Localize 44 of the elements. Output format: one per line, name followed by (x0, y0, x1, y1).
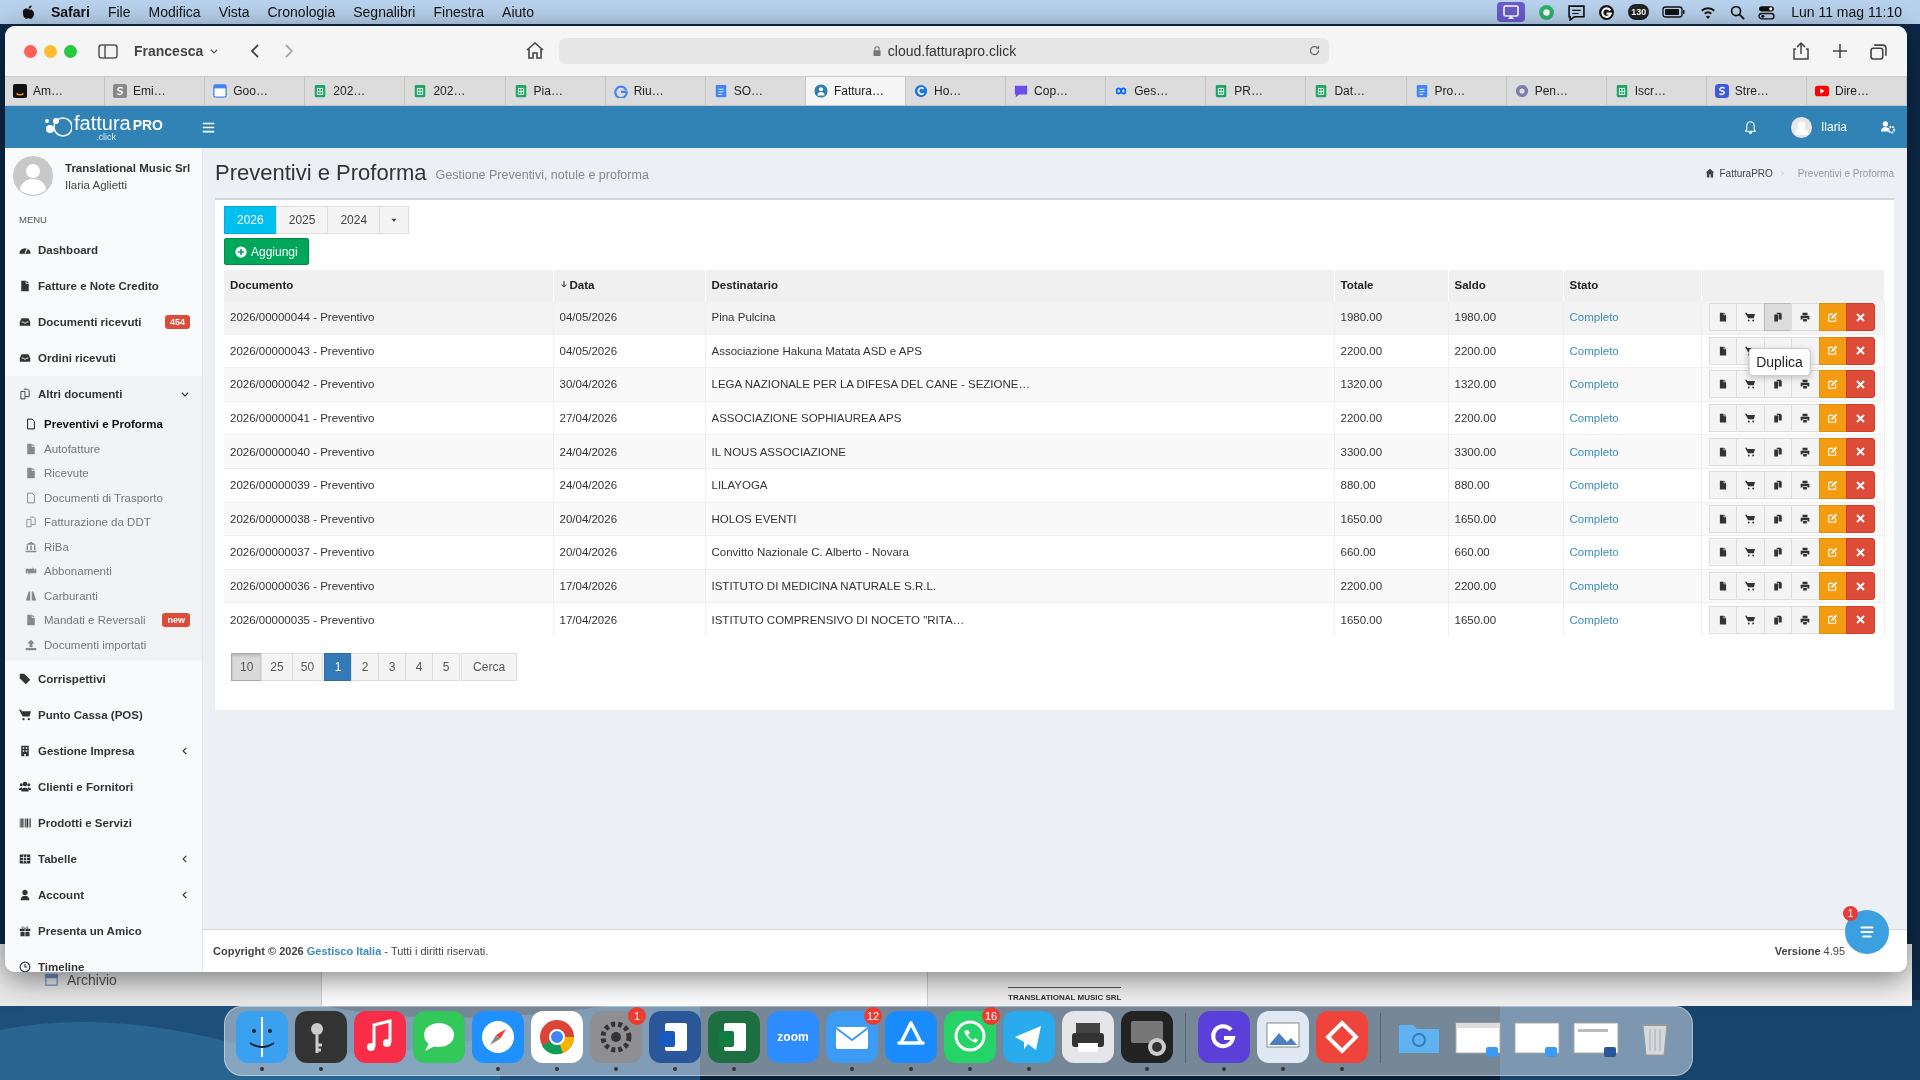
copyright-text: Copyright © 2026 Gestisco Italia - Tutti i diritti riservati. (213, 945, 489, 957)
table-cell: 2026/00000042 - Preventivo (224, 367, 553, 402)
table-cell: 1320.00 (1448, 367, 1563, 402)
table-cell: IL NOUS ASSOCIAZIONE (705, 434, 1334, 469)
table-cell: 2026/00000036 - Preventivo (224, 569, 553, 603)
table-cell: HOLOS EVENTI (705, 502, 1334, 536)
version-text: Versione 4.95 (1774, 945, 1845, 957)
page-title: Preventivi e Proforma (215, 160, 427, 186)
tooltip: Duplica (1748, 348, 1811, 376)
table-cell: 24/04/2026 (553, 434, 705, 469)
table-cell: 17/04/2026 (553, 602, 705, 637)
table-cell: 2200.00 (1334, 569, 1448, 603)
table-cell: 3300.00 (1334, 434, 1448, 469)
table-cell: LEGA NAZIONALE PER LA DIFESA DEL CANE - SEZIONE… (705, 367, 1334, 402)
table-cell: 1650.00 (1334, 602, 1448, 637)
table-cell: 2026/00000038 - Preventivo (224, 502, 553, 536)
new-badge: new (162, 613, 190, 628)
url-text: cloud.fatturapro.click (887, 43, 1017, 59)
page-subtitle: Gestione Preventivi, notule e proforma (435, 168, 649, 182)
table-cell: 1980.00 (1448, 300, 1563, 335)
table-cell: ISTITUTO COMPRENSIVO DI NOCETO "RITA… (705, 602, 1334, 637)
table-cell: 3300.00 (1448, 434, 1563, 469)
app-logo: zoom (767, 1011, 819, 1063)
table-cell: 1650.00 (1448, 602, 1563, 637)
table-cell: ISTITUTO DI MEDICINA NATURALE S.R.L. (705, 569, 1334, 603)
table-cell: 20/04/2026 (553, 502, 705, 536)
table-cell: 2026/00000035 - Preventivo (224, 602, 553, 637)
table-cell: 2200.00 (1448, 569, 1563, 603)
table-cell: 30/04/2026 (553, 367, 705, 402)
document-heading: TRANSLATIONAL MUSIC SRL (1008, 987, 1122, 1002)
table-cell: 1320.00 (1334, 367, 1448, 402)
table-cell: 17/04/2026 (553, 569, 705, 603)
table-cell: 2026/00000040 - Preventivo (224, 434, 553, 469)
company-name: Translational Music Srl (65, 161, 191, 174)
table-cell: Pina Pulcina (705, 300, 1334, 335)
count-badge: 454 (164, 315, 190, 329)
menu-heading: MENU (18, 213, 48, 227)
table-cell: 1650.00 (1448, 502, 1563, 536)
table-cell: 04/05/2026 (553, 300, 705, 335)
table-cell: 1650.00 (1334, 502, 1448, 536)
user-name: Ilaria Aglietti (65, 178, 128, 191)
notification-badge: 1 (1843, 906, 1858, 921)
table-cell: 2026/00000044 - Preventivo (224, 300, 553, 335)
table-cell: 1980.00 (1334, 300, 1448, 335)
